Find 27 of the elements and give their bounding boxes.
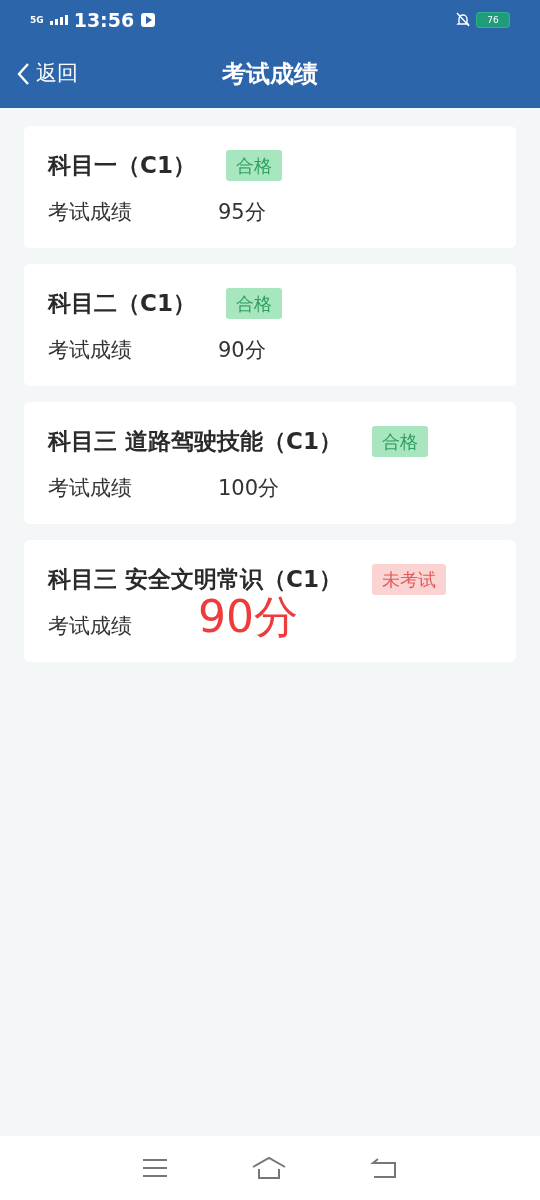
muted-bell-icon [456, 12, 470, 28]
subject-title: 科目三 道路驾驶技能（C1） [48, 427, 342, 456]
subject-title: 科目二（C1） [48, 289, 196, 318]
battery-icon: 76 [476, 12, 510, 28]
score-value: 100分 [218, 474, 280, 502]
signal-icon [49, 15, 68, 25]
score-value: 90分 [218, 336, 266, 364]
menu-icon[interactable] [141, 1158, 168, 1178]
home-icon[interactable] [251, 1156, 287, 1180]
score-label: 考试成绩 [48, 474, 133, 502]
back-button[interactable]: 返回 [16, 58, 78, 90]
overlay-score: 90分 [198, 594, 298, 639]
score-value: 95分 [218, 198, 266, 226]
back-nav-icon[interactable] [370, 1157, 399, 1179]
page-title: 考试成绩 [222, 59, 318, 90]
subject-title: 科目一（C1） [48, 151, 196, 180]
status-tag: 合格 [371, 425, 428, 457]
subject-title: 科目三 安全文明常识（C1） [48, 565, 342, 594]
score-label: 考试成绩 [48, 336, 133, 364]
status-tag: 合格 [225, 149, 282, 181]
score-label: 考试成绩 [48, 198, 133, 226]
network-indicator: 5G [30, 15, 44, 25]
status-tag: 合格 [225, 287, 282, 319]
status-time: 13:56 [73, 7, 135, 33]
status-tag: 未考试 [371, 563, 446, 595]
back-chevron-icon [16, 62, 30, 86]
score-label: 考试成绩 [48, 612, 133, 640]
